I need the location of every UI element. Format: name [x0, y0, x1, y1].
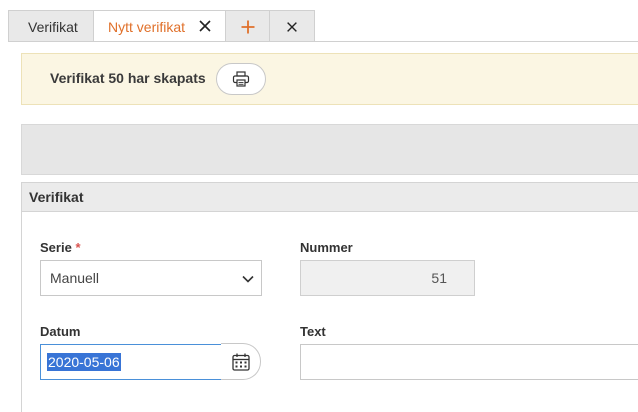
serie-label-text: Serie	[40, 240, 72, 255]
close-icon	[287, 21, 297, 32]
panel-title: Verifikat	[29, 189, 84, 205]
nummer-field: 51	[300, 260, 475, 296]
nummer-value: 51	[431, 270, 447, 286]
calendar-icon	[231, 353, 250, 371]
serie-value: Manuell	[50, 270, 100, 286]
success-banner: Verifikat 50 har skapats	[21, 53, 638, 105]
tab-verifikat-label: Verifikat	[28, 18, 78, 35]
text-input[interactable]	[300, 344, 638, 380]
datum-label: Datum	[40, 324, 81, 339]
tab-bar: Verifikat Nytt verifikat	[8, 10, 315, 42]
tab-nytt-verifikat-label: Nytt verifikat	[108, 18, 186, 35]
calendar-button[interactable]	[221, 343, 261, 380]
toolbar-strip	[21, 124, 638, 175]
add-tab-button[interactable]	[225, 10, 270, 42]
required-marker: *	[75, 240, 81, 255]
datum-value: 2020-05-06	[47, 353, 121, 371]
close-tab-button[interactable]	[269, 10, 315, 42]
chevron-down-icon	[242, 275, 254, 283]
text-label: Text	[300, 324, 326, 339]
nummer-label: Nummer	[300, 240, 353, 255]
tab-divider	[8, 41, 638, 42]
printer-icon	[232, 71, 250, 87]
serie-label: Serie *	[40, 240, 81, 255]
close-icon[interactable]	[197, 18, 213, 34]
panel-header: Verifikat	[22, 182, 638, 212]
datum-input[interactable]: 2020-05-06	[40, 344, 222, 380]
banner-message: Verifikat 50 har skapats	[50, 70, 206, 86]
serie-select[interactable]: Manuell	[40, 260, 262, 296]
plus-icon	[241, 20, 254, 33]
tab-verifikat[interactable]: Verifikat	[8, 10, 94, 42]
tab-nytt-verifikat[interactable]: Nytt verifikat	[93, 10, 226, 42]
print-button[interactable]	[216, 63, 266, 95]
